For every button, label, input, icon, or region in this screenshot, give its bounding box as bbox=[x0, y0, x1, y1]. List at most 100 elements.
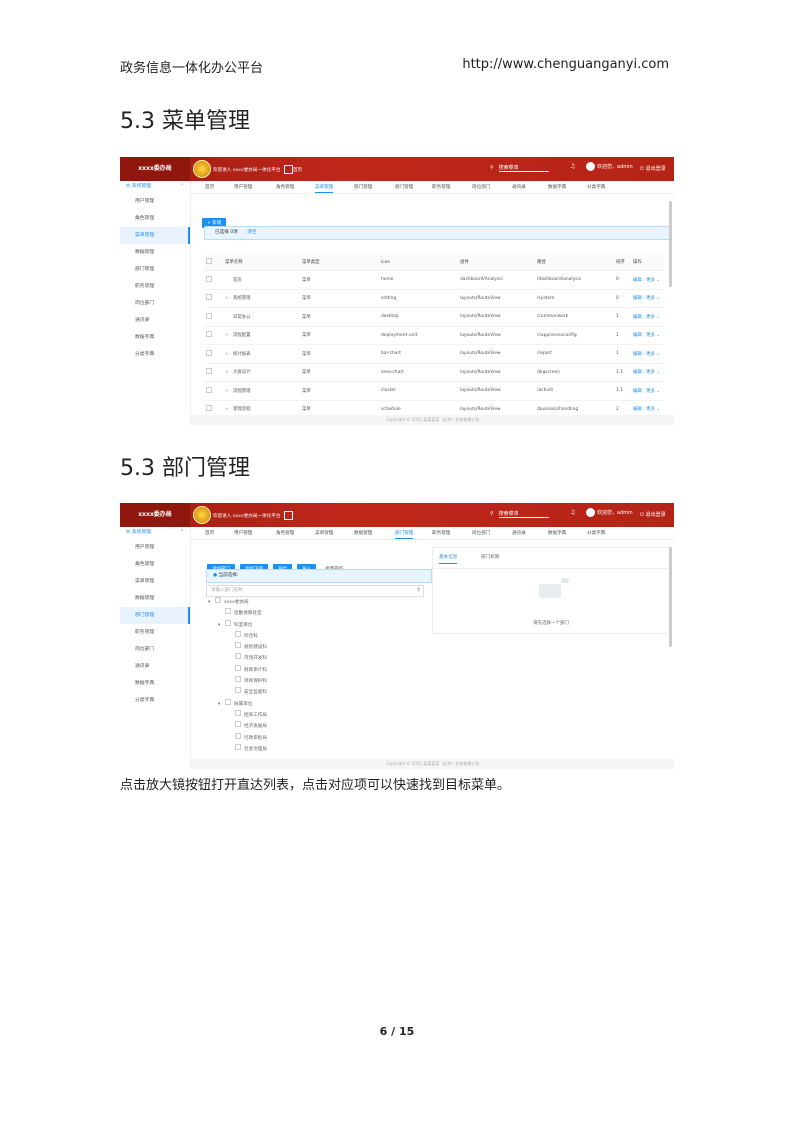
sidebar-item[interactable]: 菜单管理 bbox=[120, 573, 190, 590]
sidebar-item[interactable]: 岗位部门 bbox=[120, 641, 190, 658]
tree-node[interactable]: ▾ 科室单位 bbox=[208, 619, 267, 631]
tab[interactable]: 用户管理 bbox=[234, 530, 252, 536]
search-input[interactable]: 搜索菜单 bbox=[498, 510, 549, 518]
sidebar-item[interactable]: 通讯录 bbox=[120, 658, 190, 675]
sidebar-item[interactable]: 分类字典 bbox=[120, 346, 190, 363]
more-link[interactable]: 更多 ⌄ bbox=[646, 296, 660, 301]
tab[interactable]: 部门管理 bbox=[395, 530, 414, 539]
edit-link[interactable]: 编辑 bbox=[633, 315, 642, 320]
tab[interactable]: 数据字典 bbox=[548, 530, 566, 536]
sidebar-item[interactable]: 菜单管理 bbox=[120, 227, 190, 244]
edit-link[interactable]: 编辑 bbox=[633, 352, 642, 357]
tab[interactable]: 角色管理 bbox=[276, 184, 294, 190]
tree-checkbox[interactable] bbox=[235, 721, 241, 728]
logout-link[interactable]: 退出登录 bbox=[646, 512, 666, 518]
tree-toggle-icon[interactable]: ▾ bbox=[218, 699, 225, 710]
tree-node[interactable]: 项目保护科 bbox=[208, 676, 267, 687]
tab-basic-info[interactable]: 基本信息 bbox=[439, 554, 458, 564]
sidebar-item[interactable]: 职务管理 bbox=[120, 278, 190, 295]
tree-toggle-icon[interactable]: ▾ bbox=[218, 620, 225, 631]
tab-dept-permission[interactable]: 部门权限 bbox=[481, 554, 499, 560]
tree-node[interactable]: 安全监督科 bbox=[208, 687, 267, 698]
tab[interactable]: 角色管理 bbox=[276, 530, 294, 536]
sidebar-item[interactable]: 数据字典 bbox=[120, 329, 190, 346]
tree-node[interactable]: ▾ 局属单位 bbox=[208, 698, 267, 710]
tree-checkbox[interactable] bbox=[235, 709, 241, 716]
more-link[interactable]: 更多 ⌄ bbox=[646, 333, 660, 338]
tree-checkbox[interactable] bbox=[215, 597, 221, 603]
grid-icon[interactable] bbox=[283, 511, 293, 520]
tab[interactable]: 岗位部门 bbox=[472, 530, 490, 536]
expand-icon[interactable]: + bbox=[225, 370, 233, 375]
search-icon[interactable]: ⚲ bbox=[490, 165, 494, 171]
sidebar-item[interactable]: 岗位部门 bbox=[120, 295, 190, 312]
expand-icon[interactable]: + bbox=[225, 389, 233, 394]
sidebar-item[interactable]: 角色管理 bbox=[120, 210, 190, 227]
tree-node[interactable]: 招商工作局 bbox=[208, 709, 267, 721]
logout-link[interactable]: 退出登录 bbox=[646, 166, 666, 172]
sidebar-item[interactable]: 用户管理 bbox=[120, 539, 190, 556]
tree-node[interactable]: 规划建设科 bbox=[208, 642, 267, 653]
tree-node[interactable]: 综合科 bbox=[208, 630, 267, 642]
tab[interactable]: 职务管理 bbox=[432, 184, 450, 190]
tree-node[interactable]: 后勤保障处室 bbox=[208, 608, 267, 619]
tree-node[interactable]: 行政审批局 bbox=[208, 732, 267, 744]
edit-link[interactable]: 编辑 bbox=[633, 333, 642, 338]
tree-node[interactable]: 社会治理局 bbox=[208, 743, 267, 755]
tree-checkbox[interactable] bbox=[235, 664, 241, 671]
tree-checkbox[interactable] bbox=[235, 743, 241, 750]
sidebar-item[interactable]: 用户管理 bbox=[120, 193, 190, 210]
edit-link[interactable]: 编辑 bbox=[633, 278, 642, 283]
tree-checkbox[interactable] bbox=[225, 608, 231, 615]
row-checkbox[interactable] bbox=[206, 294, 212, 301]
clear-link[interactable]: 清空 bbox=[247, 230, 256, 235]
tree-node[interactable]: 财政审计科 bbox=[208, 664, 267, 676]
tab[interactable]: 分类字典 bbox=[587, 530, 605, 536]
more-link[interactable]: 更多 ⌄ bbox=[646, 407, 660, 412]
dept-search-input[interactable]: 请输入部门名称 ⚲ bbox=[206, 585, 424, 597]
tree-node[interactable]: 市场开发科 bbox=[208, 653, 267, 664]
tree-checkbox[interactable] bbox=[225, 619, 231, 626]
row-checkbox[interactable] bbox=[206, 368, 212, 375]
sidebar-item[interactable]: 部门管理 bbox=[120, 261, 190, 278]
select-all-checkbox[interactable] bbox=[206, 258, 212, 264]
sidebar-item[interactable]: 数据管理 bbox=[120, 590, 190, 607]
more-link[interactable]: 更多 ⌄ bbox=[646, 352, 660, 357]
expand-icon[interactable]: + bbox=[225, 407, 233, 412]
sidebar-item[interactable]: 职务管理 bbox=[120, 624, 190, 641]
tab[interactable]: 部门管理 bbox=[395, 184, 413, 190]
tab[interactable]: 首页 bbox=[205, 530, 214, 536]
sidebar-item[interactable]: 数据字典 bbox=[120, 675, 190, 692]
edit-link[interactable]: 编辑 bbox=[633, 296, 642, 301]
row-checkbox[interactable] bbox=[206, 349, 212, 356]
grid-icon[interactable] bbox=[283, 165, 293, 174]
expand-icon[interactable]: + bbox=[225, 296, 233, 301]
avatar[interactable] bbox=[586, 508, 595, 517]
row-checkbox[interactable] bbox=[206, 275, 212, 282]
tab[interactable]: 首页 bbox=[205, 184, 214, 190]
bell-icon[interactable]: ♫ bbox=[570, 163, 575, 170]
tab[interactable]: 部门管理 bbox=[354, 184, 372, 190]
tab[interactable]: 岗位部门 bbox=[472, 184, 490, 190]
tab[interactable]: 分类字典 bbox=[587, 184, 605, 190]
tree-checkbox[interactable] bbox=[235, 687, 241, 694]
tab[interactable]: 菜单管理 bbox=[315, 530, 333, 536]
expand-icon[interactable]: + bbox=[225, 333, 233, 338]
scrollbar[interactable] bbox=[669, 547, 672, 647]
tree-checkbox[interactable] bbox=[235, 732, 241, 739]
row-checkbox[interactable] bbox=[206, 331, 212, 338]
more-link[interactable]: 更多 ⌄ bbox=[646, 315, 660, 320]
row-checkbox[interactable] bbox=[206, 405, 212, 412]
more-link[interactable]: 更多 ⌄ bbox=[646, 278, 660, 283]
sidebar-item[interactable]: 通讯录 bbox=[120, 312, 190, 329]
sidebar-item[interactable]: 部门管理 bbox=[120, 607, 190, 624]
tree-toggle-icon[interactable]: ▾ bbox=[208, 597, 215, 608]
search-input[interactable]: 搜索菜单 bbox=[498, 164, 549, 172]
tab[interactable]: 数据字典 bbox=[548, 184, 566, 190]
sidebar-item[interactable]: 角色管理 bbox=[120, 556, 190, 573]
row-checkbox[interactable] bbox=[206, 312, 212, 319]
sidebar-item[interactable]: 分类字典 bbox=[120, 692, 190, 709]
tree-checkbox[interactable] bbox=[235, 630, 241, 637]
tab[interactable]: 职务管理 bbox=[432, 530, 450, 536]
expand-icon[interactable]: + bbox=[225, 352, 233, 357]
